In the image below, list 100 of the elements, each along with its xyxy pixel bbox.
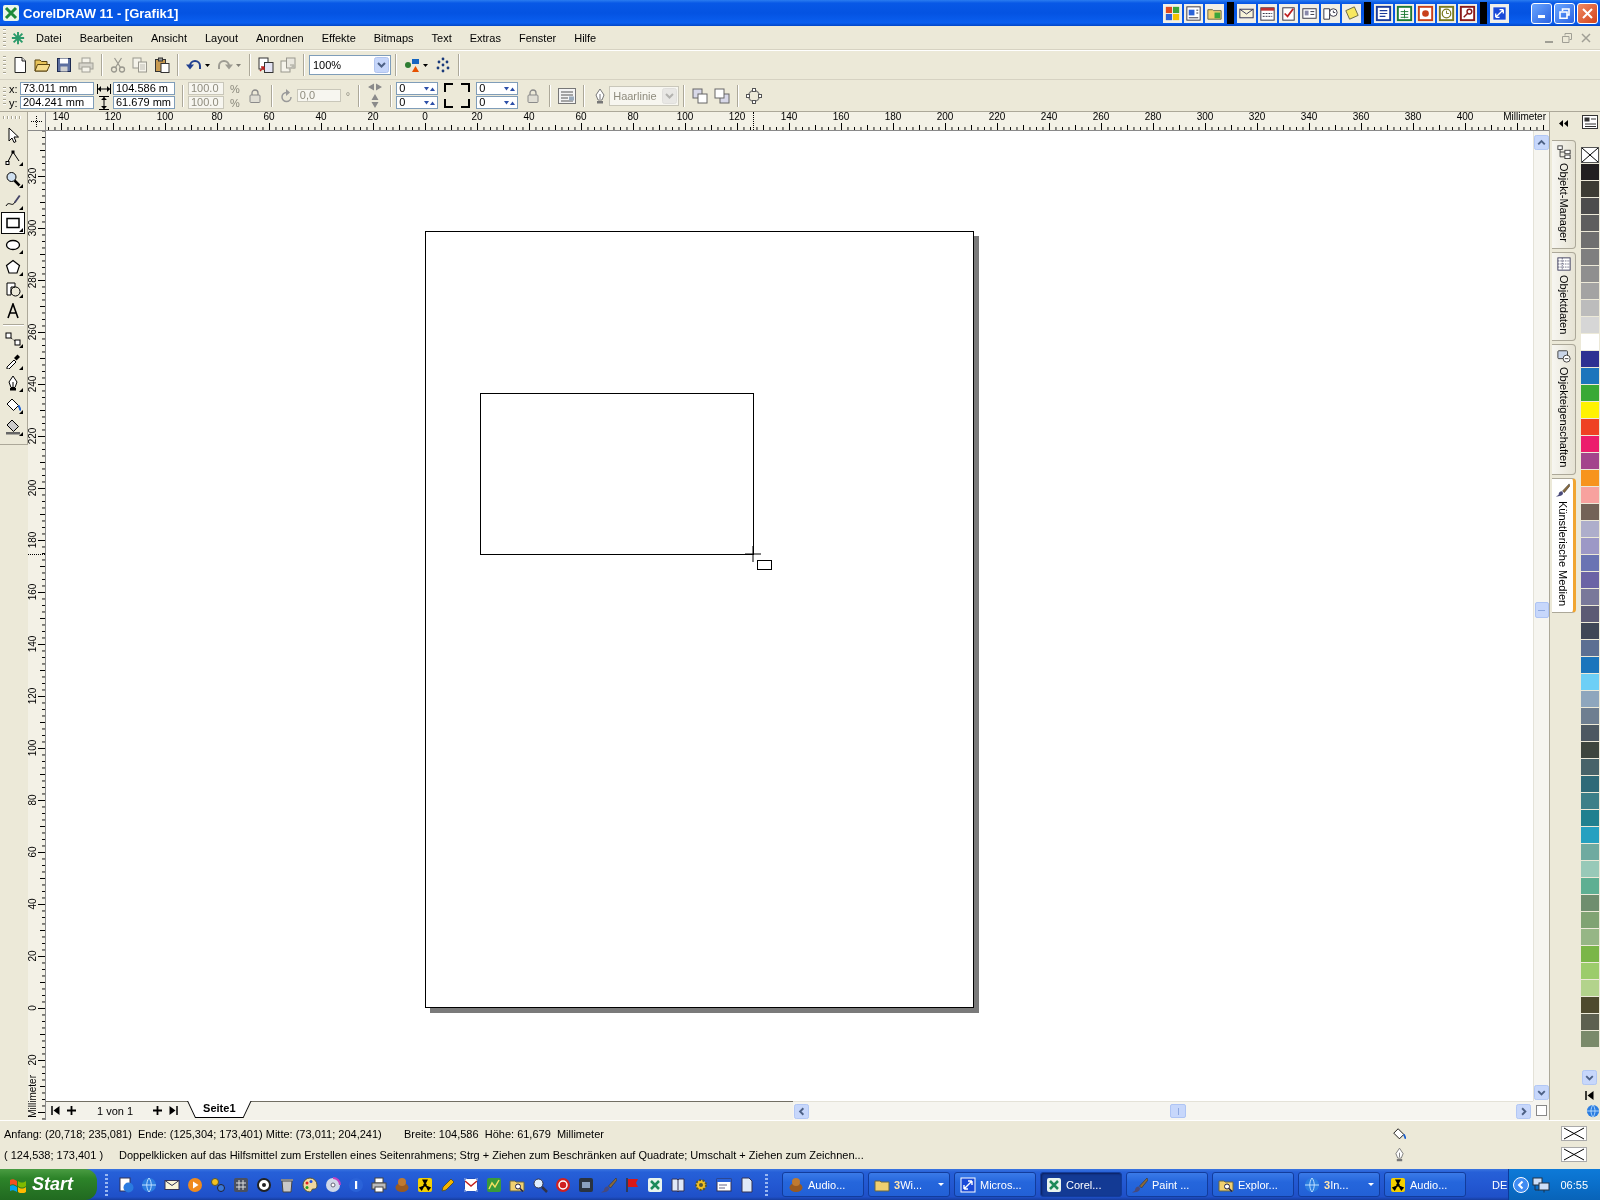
key-tile-icon[interactable] (1458, 3, 1477, 23)
pencil-icon[interactable] (440, 1176, 456, 1193)
colored-squares-icon[interactable] (1163, 3, 1182, 23)
contact-card-icon[interactable] (1300, 3, 1319, 23)
x-position-field[interactable]: 73.011 mm (20, 82, 94, 95)
color-swatch-icon[interactable] (1580, 963, 1599, 979)
chevron-down-icon[interactable] (1582, 1070, 1597, 1085)
document-icon[interactable] (739, 1176, 755, 1193)
play-icon[interactable] (187, 1176, 203, 1193)
double-chevron-icon[interactable] (1559, 120, 1568, 127)
view-corner-box[interactable] (1535, 1105, 1547, 1116)
mail-tile-icon[interactable] (463, 1176, 479, 1193)
color-swatch-icon[interactable] (1580, 844, 1599, 860)
calendar-icon[interactable] (1258, 3, 1277, 23)
taskbar-button[interactable]: Corel... (1040, 1172, 1122, 1197)
color-swatch-icon[interactable] (1580, 725, 1599, 741)
color-swatch-icon[interactable] (1580, 980, 1599, 996)
flyout-triangle-icon[interactable] (19, 162, 23, 166)
tool-button[interactable] (1, 212, 25, 234)
mirror-triangles-icon[interactable] (371, 92, 380, 109)
color-swatch-icon[interactable] (1580, 589, 1599, 605)
docker-tab[interactable]: Objekt-Manager (1552, 140, 1576, 249)
color-swatch-icon[interactable] (1580, 419, 1599, 435)
padlock-icon[interactable] (527, 88, 540, 103)
new-document-icon[interactable] (12, 57, 28, 73)
caret-icon[interactable] (205, 63, 210, 67)
screen-tile-icon[interactable] (578, 1176, 594, 1193)
slide-tile-icon[interactable] (1416, 3, 1435, 23)
corner-radius-field[interactable]: 0 (476, 82, 519, 95)
toolbar-grip[interactable] (765, 1173, 768, 1196)
horizontal-ruler[interactable]: 140 120 100 80 60 40 20 0 20 40 60 80 100 120 140 160 180 200 220 240 260 280 300 320 340 360 380 400 Millimeter (46, 112, 1549, 131)
color-swatch-icon[interactable] (1580, 436, 1599, 452)
restore-button[interactable] (1554, 2, 1575, 24)
close-button[interactable] (1577, 2, 1598, 24)
cross-icon[interactable] (647, 1176, 663, 1193)
menu-item[interactable]: Effekte (312, 29, 365, 46)
spin-arrows-icon[interactable] (504, 99, 516, 106)
language-indicator[interactable]: DE (1492, 1178, 1508, 1191)
envelope-icon[interactable] (1237, 3, 1256, 23)
vertical-scrollbar[interactable] (1533, 131, 1549, 1101)
color-swatch-icon[interactable] (1580, 657, 1599, 673)
zigzag-tile-icon[interactable] (486, 1176, 502, 1193)
color-swatch-icon[interactable] (1580, 623, 1599, 639)
clipboard-icon[interactable] (154, 57, 170, 73)
width-field[interactable]: 104.586 m (113, 82, 175, 95)
color-swatch-icon[interactable] (1580, 640, 1599, 656)
no-color-swatch-icon[interactable] (1561, 1126, 1587, 1141)
menu-item[interactable]: Bearbeiten (70, 29, 142, 46)
color-swatch-icon[interactable] (1580, 232, 1599, 248)
globe-page-icon[interactable] (118, 1176, 134, 1193)
window-icon[interactable] (716, 1176, 732, 1193)
two-circles-icon[interactable] (210, 1176, 226, 1193)
crosshair-icon[interactable] (31, 115, 42, 127)
grid-tile-icon[interactable] (1395, 3, 1414, 23)
color-swatch-icon[interactable] (1580, 674, 1599, 690)
color-swatch-icon[interactable] (1580, 861, 1599, 877)
ruler-corner[interactable] (28, 112, 46, 131)
taskbar-button[interactable]: 3In... (1298, 1172, 1380, 1197)
flyout-triangle-icon[interactable] (19, 388, 23, 392)
two-monitors-icon[interactable] (1532, 1176, 1551, 1193)
flyout-triangle-icon[interactable] (19, 206, 23, 210)
color-swatch-icon[interactable] (1580, 453, 1599, 469)
color-swatch-icon[interactable] (1580, 521, 1599, 537)
skip-first-icon[interactable] (1585, 1091, 1594, 1100)
flyout-triangle-icon[interactable] (19, 410, 23, 414)
padlock-icon[interactable] (248, 88, 261, 103)
corner-radius-field[interactable]: 0 (476, 96, 519, 109)
spin-arrows-icon[interactable] (424, 99, 436, 106)
color-swatch-icon[interactable] (1580, 351, 1599, 367)
stacked-squares-icon[interactable] (714, 87, 731, 104)
toolbar-grip[interactable] (3, 116, 23, 119)
corner-bracket-icon[interactable] (460, 98, 471, 108)
color-swatch-icon[interactable] (1580, 708, 1599, 724)
hazard-icon[interactable] (417, 1176, 433, 1193)
book-clock-icon[interactable] (1321, 3, 1340, 23)
taskbar-button[interactable]: Audio... (1384, 1172, 1466, 1197)
color-swatch-icon[interactable] (1580, 215, 1599, 231)
color-swatch-icon[interactable] (1580, 878, 1599, 894)
menu-item[interactable]: Hilfe (565, 29, 606, 46)
color-swatch-icon[interactable] (1580, 759, 1599, 775)
color-swatch-icon[interactable] (1580, 572, 1599, 588)
magnifier-icon[interactable] (532, 1176, 548, 1193)
asterisk-icon[interactable] (11, 30, 25, 45)
color-swatch-icon[interactable] (1580, 895, 1599, 911)
shapes-trio-icon[interactable] (404, 57, 420, 73)
horizontal-scrollbar[interactable] (793, 1101, 1533, 1120)
spin-arrows-icon[interactable] (424, 85, 436, 92)
plus-icon[interactable] (67, 1106, 76, 1115)
vertical-ruler[interactable]: 320 300 280 260 240 220 200 180 160 140 120 100 80 60 40 20 0 20 Millimeter (28, 131, 46, 1120)
open-folder-icon[interactable] (34, 57, 50, 73)
color-swatch-icon[interactable] (1580, 368, 1599, 384)
height-field[interactable]: 61.679 mm (113, 96, 175, 109)
color-swatch-icon[interactable] (1580, 691, 1599, 707)
menu-item[interactable]: Datei (27, 29, 71, 46)
corner-bracket-icon[interactable] (444, 98, 455, 108)
color-swatch-icon[interactable] (1580, 810, 1599, 826)
dots-icon[interactable] (435, 57, 451, 73)
toolbar-grip[interactable] (3, 86, 6, 105)
color-swatch-icon[interactable] (1580, 827, 1599, 843)
disc-icon[interactable] (325, 1176, 341, 1193)
